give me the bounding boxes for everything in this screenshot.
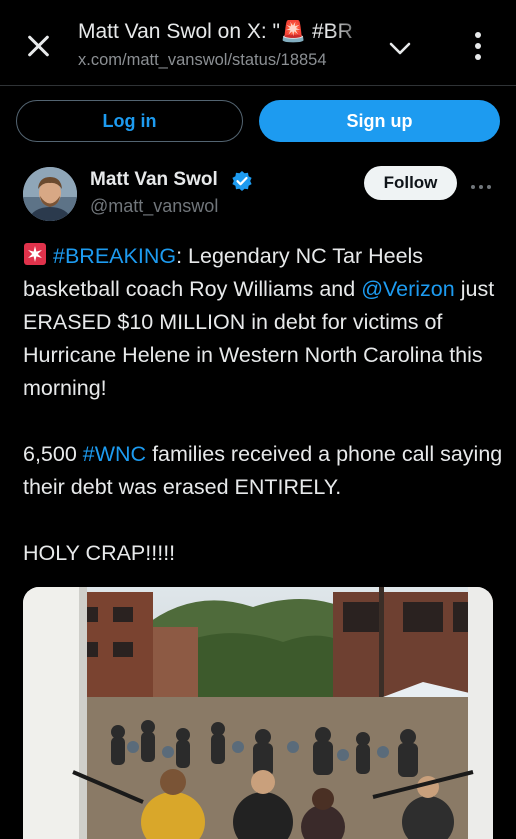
page-url[interactable]: x.com/matt_vanswol/status/18854: [78, 51, 368, 70]
more-vertical-icon[interactable]: [468, 30, 488, 62]
page-title: Matt Van Swol on X: "🚨 #BR: [78, 20, 353, 43]
browser-top-bar: Matt Van Swol on X: "🚨 #BR x.com/matt_va…: [0, 0, 516, 86]
post-paragraph-1: #BREAKING: Legendary NC Tar Heels basket…: [23, 240, 503, 405]
post-media-image[interactable]: [23, 587, 493, 839]
post-text: #BREAKING: Legendary NC Tar Heels basket…: [23, 240, 503, 570]
mention-verizon[interactable]: @Verizon: [361, 277, 455, 301]
login-button[interactable]: Log in: [16, 100, 243, 142]
chevron-down-icon[interactable]: [388, 36, 412, 60]
hashtag-wnc[interactable]: #WNC: [83, 442, 146, 466]
follow-button[interactable]: Follow: [364, 166, 457, 200]
verified-badge-icon: [231, 170, 253, 192]
author-name[interactable]: Matt Van Swol: [90, 169, 218, 191]
post-paragraph-2: 6,500 #WNC families received a phone cal…: [23, 438, 503, 504]
post-paragraph-3: HOLY CRAP!!!!!: [23, 541, 176, 565]
avatar[interactable]: [23, 167, 77, 221]
author-handle[interactable]: @matt_vanswol: [90, 196, 218, 217]
siren-emoji-icon: [23, 242, 47, 266]
title-fade: [330, 16, 374, 76]
signup-button[interactable]: Sign up: [259, 100, 500, 142]
close-icon[interactable]: [22, 30, 54, 62]
post-text-segment: 6,500: [23, 442, 83, 466]
more-horizontal-icon[interactable]: [470, 178, 492, 189]
hashtag-breaking[interactable]: #BREAKING: [53, 244, 176, 268]
